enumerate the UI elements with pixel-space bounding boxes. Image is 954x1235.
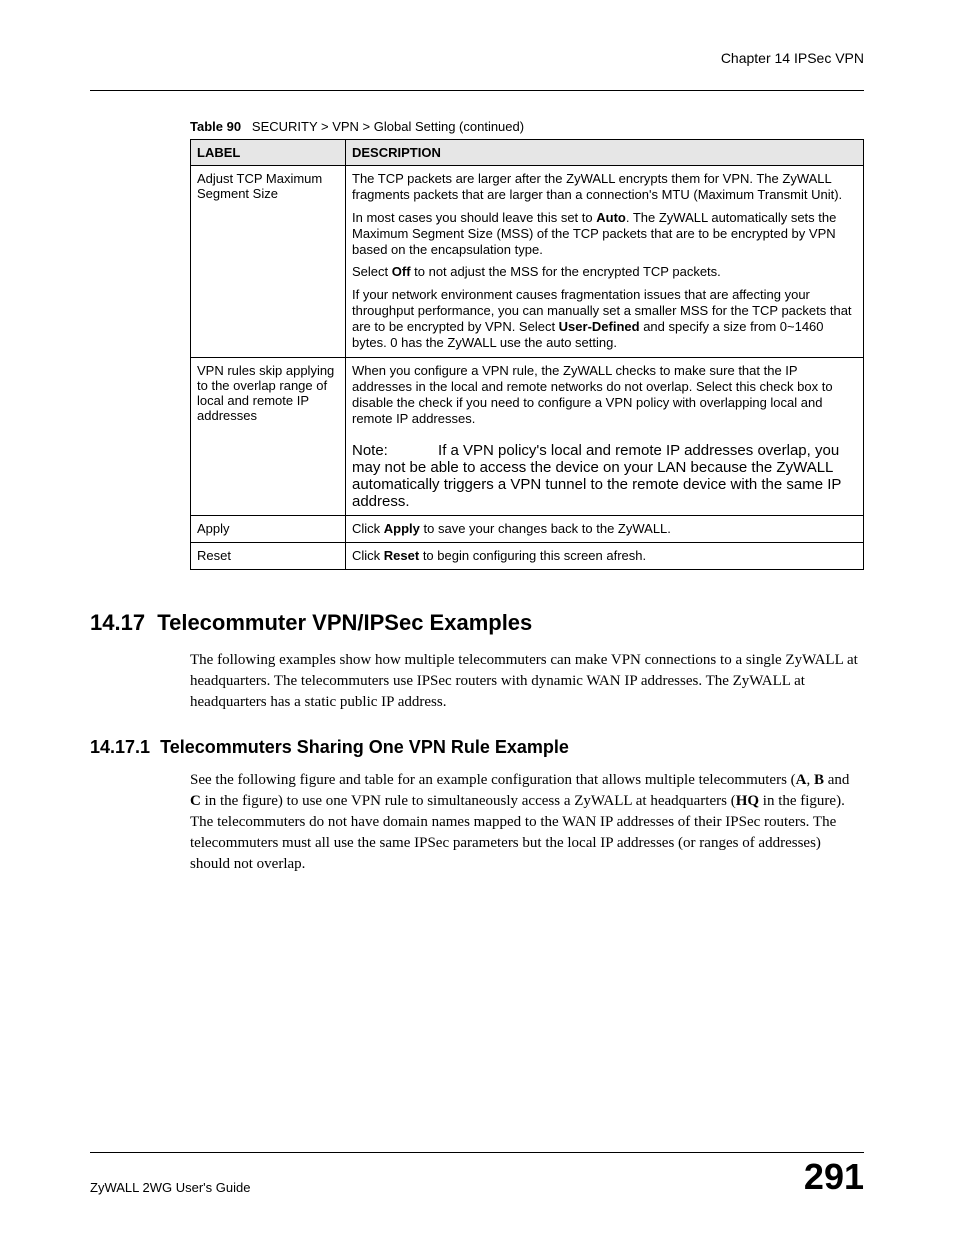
table-row: Apply Click Apply to save your changes b… [191, 515, 864, 542]
row-label: Reset [191, 542, 346, 569]
col-label: LABEL [191, 140, 346, 166]
page-number: 291 [804, 1159, 864, 1195]
section-heading: 14.17 Telecommuter VPN/IPSec Examples [90, 610, 864, 636]
page-footer: ZyWALL 2WG User's Guide 291 [90, 1152, 864, 1195]
paragraph: When you configure a VPN rule, the ZyWAL… [352, 363, 857, 428]
table-row: VPN rules skip applying to the overlap r… [191, 357, 864, 515]
row-label: VPN rules skip applying to the overlap r… [191, 357, 346, 515]
settings-table: LABEL DESCRIPTION Adjust TCP Maximum Seg… [190, 139, 864, 570]
subsection-paragraph: See the following figure and table for a… [190, 770, 864, 875]
paragraph: Click Reset to begin configuring this sc… [352, 548, 857, 564]
header-rule [90, 90, 864, 91]
subsection-title: Telecommuters Sharing One VPN Rule Examp… [160, 737, 569, 757]
paragraph: The TCP packets are larger after the ZyW… [352, 171, 857, 204]
row-description: Click Reset to begin configuring this sc… [346, 542, 864, 569]
subsection-heading: 14.17.1 Telecommuters Sharing One VPN Ru… [90, 737, 864, 758]
note: Note: If a VPN policy's local and remote… [352, 442, 857, 510]
col-description: DESCRIPTION [346, 140, 864, 166]
row-description: The TCP packets are larger after the ZyW… [346, 166, 864, 358]
section-paragraph: The following examples show how multiple… [190, 650, 864, 713]
paragraph: In most cases you should leave this set … [352, 210, 857, 259]
paragraph: If your network environment causes fragm… [352, 287, 857, 352]
table-caption: Table 90 SECURITY > VPN > Global Setting… [190, 119, 864, 134]
row-label: Adjust TCP Maximum Segment Size [191, 166, 346, 358]
page: Chapter 14 IPSec VPN Table 90 SECURITY >… [0, 0, 954, 1235]
note-label: Note: [352, 442, 392, 459]
note-body: If a VPN policy's local and remote IP ad… [352, 442, 841, 510]
table-row: Reset Click Reset to begin configuring t… [191, 542, 864, 569]
table-caption-number: Table 90 [190, 119, 241, 134]
section-number: 14.17 [90, 610, 145, 635]
row-description: When you configure a VPN rule, the ZyWAL… [346, 357, 864, 515]
subsection-number: 14.17.1 [90, 737, 150, 757]
table-header-row: LABEL DESCRIPTION [191, 140, 864, 166]
paragraph: Select Off to not adjust the MSS for the… [352, 264, 857, 280]
section-title: Telecommuter VPN/IPSec Examples [157, 610, 532, 635]
row-label: Apply [191, 515, 346, 542]
row-description: Click Apply to save your changes back to… [346, 515, 864, 542]
paragraph: Click Apply to save your changes back to… [352, 521, 857, 537]
table-caption-text: SECURITY > VPN > Global Setting (continu… [252, 119, 524, 134]
footer-guide-title: ZyWALL 2WG User's Guide [90, 1180, 250, 1195]
table-row: Adjust TCP Maximum Segment Size The TCP … [191, 166, 864, 358]
chapter-header: Chapter 14 IPSec VPN [90, 50, 864, 72]
